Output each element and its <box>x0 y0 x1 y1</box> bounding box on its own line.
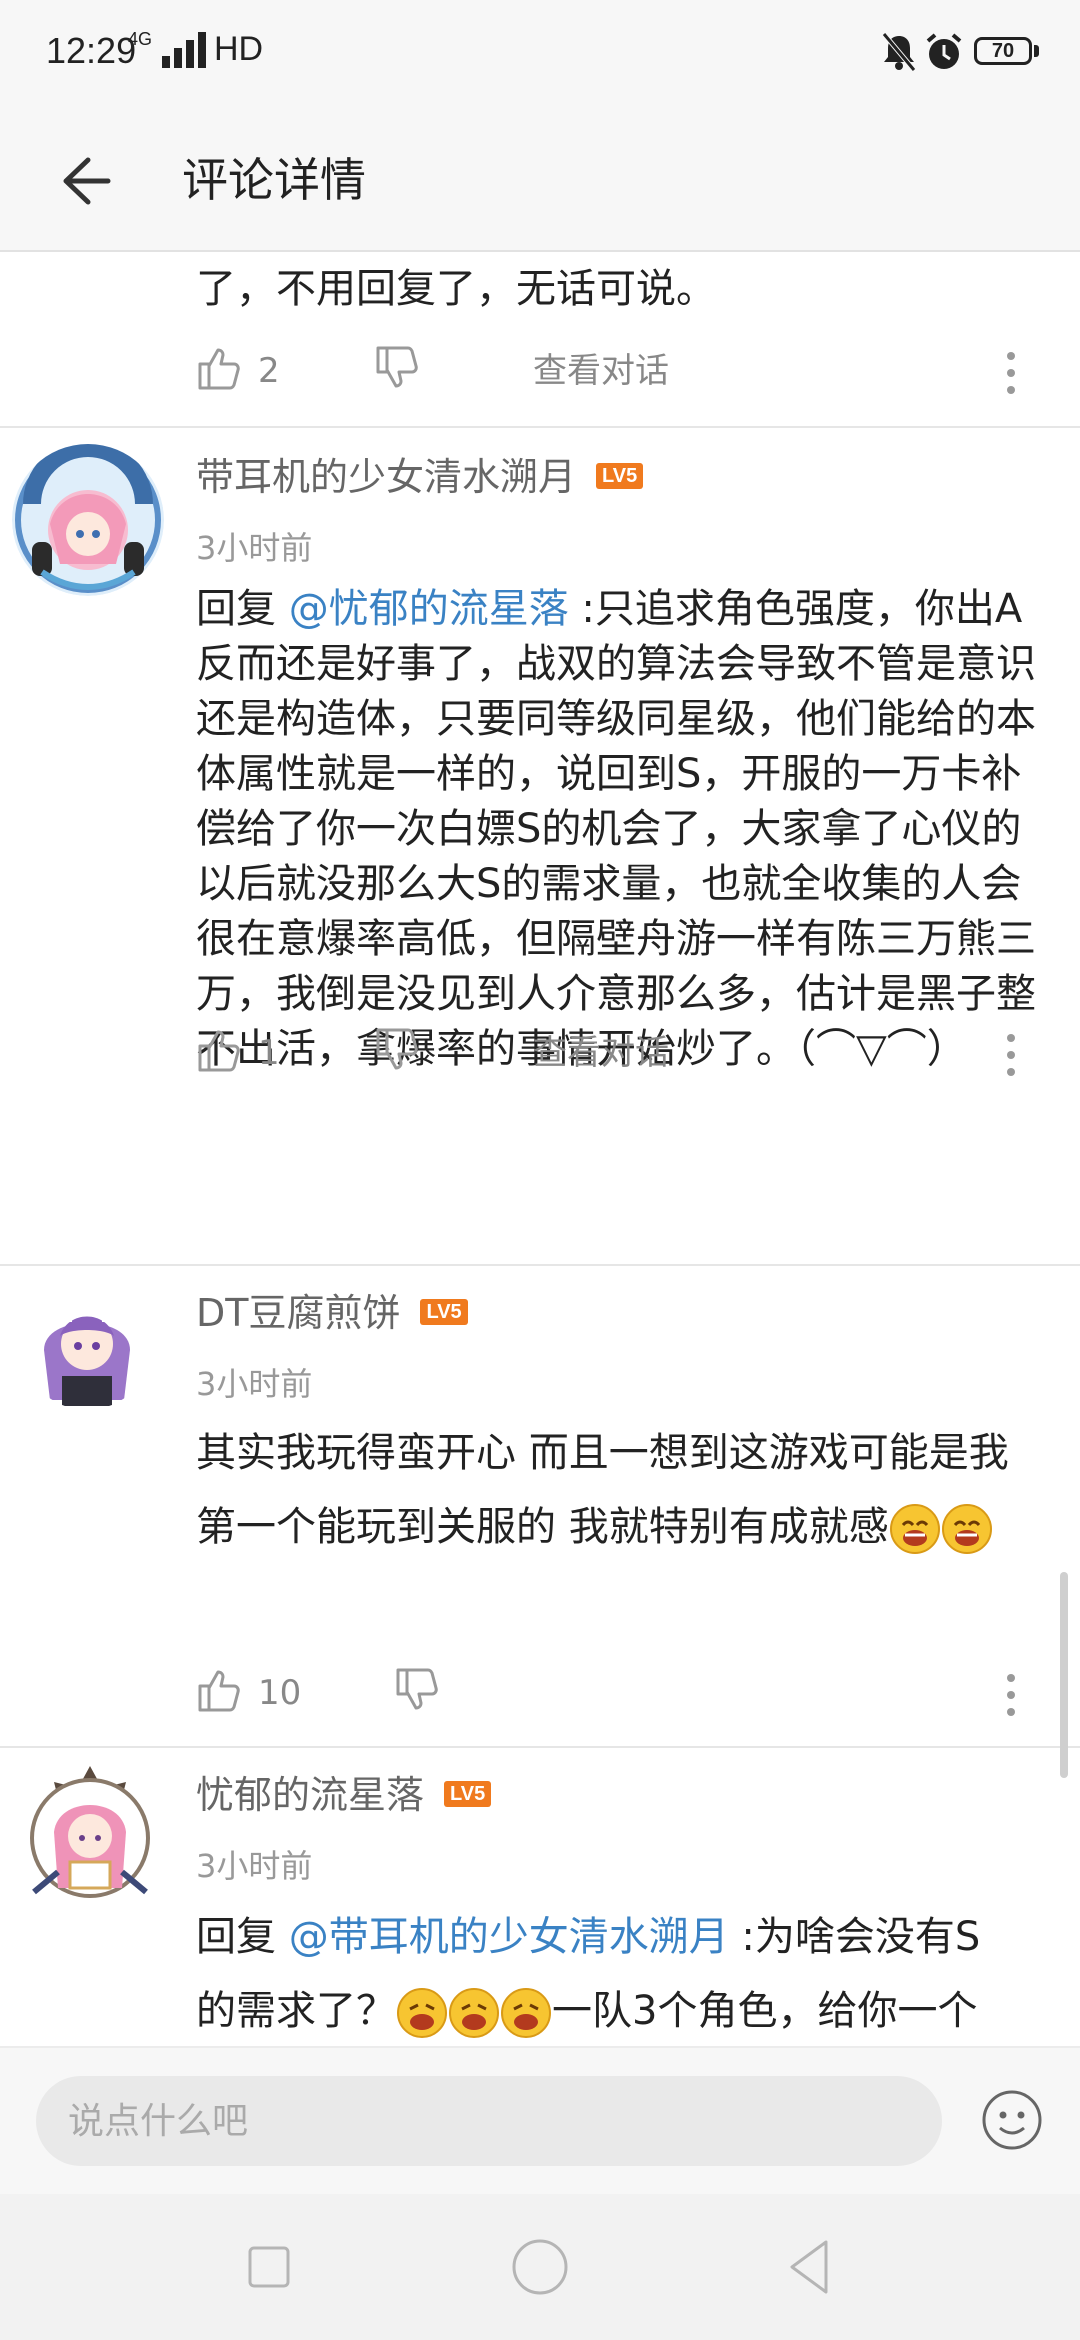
comment-body: 了，不用回复了，无话可说。 <box>196 266 716 312</box>
thumbs-up-icon[interactable] <box>196 344 242 392</box>
comment-text: :为啥会没有S <box>728 1914 981 1960</box>
username-text[interactable]: DT豆腐煎饼 <box>196 1291 400 1335</box>
home-icon[interactable] <box>507 2234 573 2300</box>
comment-item: 了，不用回复了，无话可说。 2 查看对话 <box>0 252 1080 426</box>
comment-body: 其实我玩得蛮开心 而且一想到这游戏可能是我第一个能玩到关服的 我就特别有成就感 <box>196 1416 1046 1564</box>
laugh-emoji-icon <box>449 1988 499 2038</box>
comment-composer <box>0 2046 1080 2194</box>
page-title: 评论详情 <box>182 153 366 207</box>
thumbs-up-icon[interactable] <box>196 1666 242 1714</box>
mute-bell-icon <box>882 32 916 72</box>
avatar[interactable] <box>12 444 164 596</box>
avatar[interactable] <box>14 1762 166 1914</box>
network-type: 4G <box>128 29 153 49</box>
comment-text: 其实我玩得蛮开心 而且一想到这游戏可能是我第一个能玩到关服的 我就特别有成就感 <box>196 1430 1009 1550</box>
comment-actions: 10 <box>0 1654 1080 1734</box>
comment-actions: 2 查看对话 <box>0 332 1080 412</box>
comment-time: 3小时前 <box>196 1847 313 1885</box>
comment-input[interactable] <box>36 2076 942 2166</box>
more-options-icon[interactable] <box>1004 1032 1018 1078</box>
scrollbar[interactable] <box>1060 1572 1068 1778</box>
more-options-icon[interactable] <box>1004 350 1018 396</box>
username[interactable]: 带耳机的少女清水溯月 LV5 <box>196 452 644 502</box>
comment-time: 3小时前 <box>196 1365 313 1403</box>
reply-prefix: 回复 <box>196 586 289 632</box>
mention-link[interactable]: @带耳机的少女清水溯月 <box>289 1914 729 1960</box>
username[interactable]: DT豆腐煎饼 LV5 <box>196 1288 468 1338</box>
alarm-icon <box>926 33 962 69</box>
status-time: 12:29 <box>46 30 137 71</box>
comment-body: 回复 @忧郁的流星落 :只追求角色强度，你出A反而还是好事了，战双的算法会导致不… <box>196 582 1046 1077</box>
recent-apps-icon[interactable] <box>236 2234 302 2300</box>
view-conversation-link[interactable]: 查看对话 <box>533 1030 669 1076</box>
view-conversation-link[interactable]: 查看对话 <box>533 348 669 394</box>
emoji-picker-icon[interactable] <box>980 2088 1044 2152</box>
comment-item: DT豆腐煎饼 LV5 3小时前 其实我玩得蛮开心 而且一想到这游戏可能是我第一个能… <box>0 1266 1080 1746</box>
username-text[interactable]: 带耳机的少女清水溯月 <box>196 455 576 499</box>
grin-emoji-icon <box>941 1504 992 1554</box>
comment-feed[interactable]: 了，不用回复了，无话可说。 2 查看对话 带耳机的少女清水溯月 LV5 3小时前… <box>0 252 1080 2046</box>
system-nav-bar <box>0 2194 1080 2340</box>
comment-item: 带耳机的少女清水溯月 LV5 3小时前 回复 @忧郁的流星落 :只追求角色强度，你… <box>0 428 1080 1092</box>
level-badge: LV5 <box>444 1780 492 1807</box>
thumbs-down-icon[interactable] <box>374 1026 420 1074</box>
like-count: 2 <box>258 351 280 391</box>
thumbs-down-icon[interactable] <box>394 1666 440 1714</box>
thumbs-up-icon[interactable] <box>196 1026 242 1074</box>
thumbs-down-icon[interactable] <box>374 344 420 392</box>
level-badge: LV5 <box>596 462 644 489</box>
like-count: 1 <box>258 1033 280 1073</box>
comment-actions: 1 查看对话 <box>0 1014 1080 1094</box>
laugh-emoji-icon <box>397 1988 447 2038</box>
back-arrow-icon[interactable] <box>50 146 120 216</box>
comment-body: 回复 @带耳机的少女清水溯月 :为啥会没有S 的需求了？ 一队3个角色，给你一个 <box>196 1900 1046 2046</box>
avatar[interactable] <box>22 1280 152 1410</box>
battery-tip <box>1034 45 1039 57</box>
username-text[interactable]: 忧郁的流星落 <box>196 1773 424 1817</box>
comment-time: 3小时前 <box>196 529 313 567</box>
username[interactable]: 忧郁的流星落 LV5 <box>196 1770 492 1820</box>
like-count: 10 <box>258 1673 302 1713</box>
level-badge: LV5 <box>420 1298 468 1325</box>
more-options-icon[interactable] <box>1004 1672 1018 1718</box>
hd-indicator: HD <box>214 30 264 68</box>
signal-icon <box>162 32 206 68</box>
comment-text: 的需求了？ <box>196 1988 396 2034</box>
app-header: 评论详情 <box>0 110 1080 252</box>
back-nav-icon[interactable] <box>778 2234 844 2300</box>
laugh-emoji-icon <box>501 1988 551 2038</box>
reply-prefix: 回复 <box>196 1914 289 1960</box>
grin-emoji-icon <box>889 1504 940 1554</box>
battery-indicator: 70 <box>974 37 1032 65</box>
comment-text: 一队3个角色，给你一个 <box>552 1988 978 2034</box>
status-bar: 12:29 4G HD 70 <box>0 0 1080 110</box>
mention-link[interactable]: @忧郁的流星落 <box>289 586 569 632</box>
comment-item: 忧郁的流星落 LV5 3小时前 回复 @带耳机的少女清水溯月 :为啥会没有S 的需求… <box>0 1748 1080 2046</box>
comment-text: :只追求角色强度，你出A反而还是好事了，战双的算法会导致不管是意识还是构造体，只… <box>196 586 1036 1072</box>
